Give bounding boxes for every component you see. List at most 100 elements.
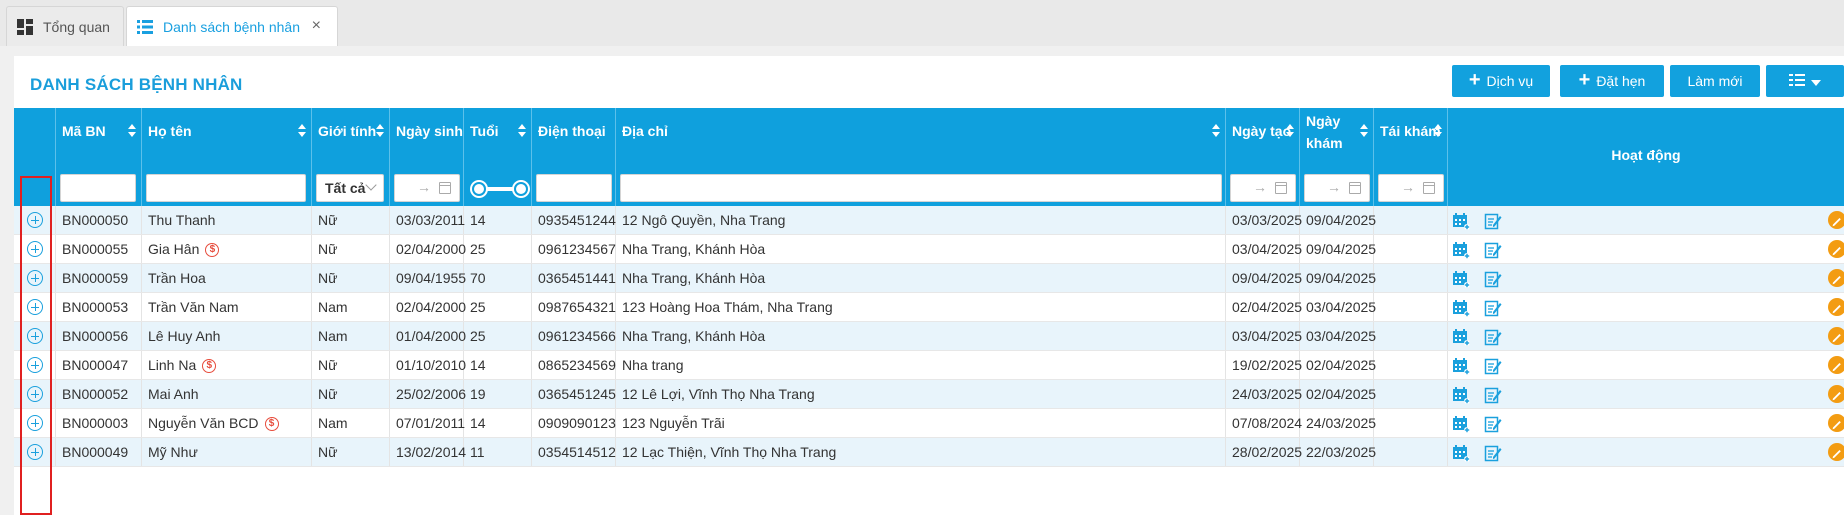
calendar-add-icon[interactable] [1452, 443, 1470, 462]
edit-icon[interactable] [1828, 356, 1844, 374]
medical-record-icon[interactable] [1484, 356, 1502, 375]
cell-revisit [1374, 293, 1448, 321]
header-gender[interactable]: Giới tính Tất cả [312, 108, 390, 206]
sort-icon[interactable] [1286, 124, 1294, 138]
arrow-right-icon: → [1401, 179, 1415, 195]
close-icon[interactable]: × [312, 17, 321, 35]
filter-visit-range[interactable]: → [1304, 174, 1370, 202]
cell-address-text: 123 Nguyễn Trãi [622, 415, 725, 431]
sort-icon[interactable] [128, 124, 136, 138]
medical-record-icon[interactable] [1484, 385, 1502, 404]
booking-button[interactable]: + Đặt hẹn [1560, 65, 1664, 97]
medical-record-icon[interactable] [1484, 298, 1502, 317]
edit-icon[interactable] [1828, 327, 1844, 345]
cell-created-text: 02/04/2025 [1232, 299, 1303, 315]
header-created[interactable]: Ngày tạo → [1226, 108, 1300, 206]
filter-code-input[interactable] [60, 174, 136, 202]
header-gender-label: Giới tính [318, 123, 377, 139]
calendar-add-icon[interactable] [1452, 298, 1470, 317]
cell-code-text: BN000003 [62, 415, 129, 431]
filter-dob-range[interactable]: → [394, 174, 460, 202]
cell-visit-text: 03/04/2025 [1306, 328, 1377, 344]
filter-created-range[interactable]: → [1230, 174, 1296, 202]
slider-max-handle[interactable] [514, 182, 528, 196]
cell-code-text: BN000050 [62, 212, 129, 228]
table-row[interactable]: BN000047 Linh Na $ Nữ 01/10/2010 14 0865234569… [14, 351, 1844, 380]
cell-dob-text: 09/04/1955 [396, 270, 467, 286]
table-row[interactable]: BN000003 Nguyễn Văn BCD $ Nam 07/01/2011 14 09… [14, 409, 1844, 438]
table-row[interactable]: BN000049 Mỹ Như Nữ 13/02/2014 11 0354514512 12… [14, 438, 1844, 467]
cell-phone-text: 0987654321 [538, 299, 616, 315]
filter-revisit-range[interactable]: → [1378, 174, 1444, 202]
edit-icon[interactable] [1828, 269, 1844, 287]
cell-created: 28/02/2025 [1226, 438, 1302, 466]
tab-overview[interactable]: Tổng quan [6, 6, 124, 46]
edit-icon[interactable] [1828, 211, 1844, 229]
tab-patient-list[interactable]: Danh sách bệnh nhân × [126, 6, 338, 46]
medical-record-icon[interactable] [1484, 414, 1502, 433]
header-age[interactable]: Tuổi [464, 108, 532, 206]
calendar-add-icon[interactable] [1452, 414, 1470, 433]
filter-gender-select[interactable]: Tất cả [316, 174, 384, 202]
medical-record-icon[interactable] [1484, 269, 1502, 288]
refresh-button[interactable]: Làm mới [1670, 65, 1760, 97]
table-row[interactable]: BN000056 Lê Huy Anh Nam 01/04/2000 25 0961234… [14, 322, 1844, 351]
edit-icon[interactable] [1828, 414, 1844, 432]
sort-icon[interactable] [1434, 124, 1442, 138]
table-row[interactable]: BN000050 Thu Thanh Nữ 03/03/2011 14 093545124… [14, 206, 1844, 235]
slider-min-handle[interactable] [472, 182, 486, 196]
filter-name-input[interactable] [146, 174, 306, 202]
edit-icon[interactable] [1828, 443, 1844, 461]
cell-address: Nha trang [616, 351, 1226, 379]
age-range-slider[interactable] [472, 182, 528, 196]
sort-icon[interactable] [1212, 124, 1220, 138]
table-row[interactable]: BN000055 Gia Hân $ Nữ 02/04/2000 25 0961234567… [14, 235, 1844, 264]
cell-created-text: 07/08/2024 [1232, 415, 1303, 431]
cell-gender: Nữ [312, 264, 390, 292]
calendar-add-icon[interactable] [1452, 269, 1470, 288]
page-title: DANH SÁCH BỆNH NHÂN [30, 75, 243, 94]
medical-record-icon[interactable] [1484, 443, 1502, 462]
cell-phone-text: 0961234567 [538, 241, 616, 257]
filter-phone-input[interactable] [536, 174, 612, 202]
edit-icon[interactable] [1828, 298, 1844, 316]
medical-record-icon[interactable] [1484, 240, 1502, 259]
sort-icon[interactable] [518, 124, 526, 138]
calendar-add-icon[interactable] [1452, 385, 1470, 404]
sort-icon[interactable] [376, 124, 384, 138]
cell-phone: 0987654321 [532, 293, 616, 321]
cell-phone: 0935451244 [532, 206, 616, 234]
table-row[interactable]: BN000059 Trần Hoa Nữ 09/04/1955 70 0365451441… [14, 264, 1844, 293]
service-button[interactable]: + Dịch vụ [1452, 65, 1550, 97]
header-revisit[interactable]: Tái khám → [1374, 108, 1448, 206]
edit-icon[interactable] [1828, 385, 1844, 403]
filter-address-input[interactable] [620, 174, 1222, 202]
header-dob[interactable]: Ngày sinh → [390, 108, 464, 206]
header-visit[interactable]: Ngày khám → [1300, 108, 1374, 206]
medical-record-icon[interactable] [1484, 211, 1502, 230]
cell-created: 03/04/2025 [1226, 322, 1302, 350]
header-address[interactable]: Địa chỉ [616, 108, 1226, 206]
cell-visit-text: 24/03/2025 [1306, 415, 1377, 431]
cell-age: 14 [464, 351, 532, 379]
cell-gender: Nam [312, 409, 390, 437]
columns-icon [1789, 73, 1805, 89]
medical-record-icon[interactable] [1484, 327, 1502, 346]
table-row[interactable]: BN000052 Mai Anh Nữ 25/02/2006 19 0365451245 1… [14, 380, 1844, 409]
sort-icon[interactable] [1360, 124, 1368, 138]
tab-bar: Tổng quan Danh sách bệnh nhân × [0, 0, 1844, 46]
calendar-add-icon[interactable] [1452, 211, 1470, 230]
header-phone[interactable]: Điện thoại [532, 108, 616, 206]
calendar-add-icon[interactable] [1452, 327, 1470, 346]
header-name[interactable]: Họ tên [142, 108, 312, 206]
cell-code: BN000052 [56, 380, 142, 408]
column-chooser-button[interactable] [1766, 65, 1844, 97]
edit-icon[interactable] [1828, 240, 1844, 258]
sort-icon[interactable] [298, 124, 306, 138]
calendar-add-icon[interactable] [1452, 356, 1470, 375]
table-row[interactable]: BN000053 Trần Văn Nam Nam 02/04/2000 25 09876… [14, 293, 1844, 322]
calendar-add-icon[interactable] [1452, 240, 1470, 259]
cell-visit: 09/04/2025 [1300, 206, 1376, 234]
header-code[interactable]: Mã BN [56, 108, 142, 206]
cell-dob: 02/04/2000 [390, 235, 466, 263]
